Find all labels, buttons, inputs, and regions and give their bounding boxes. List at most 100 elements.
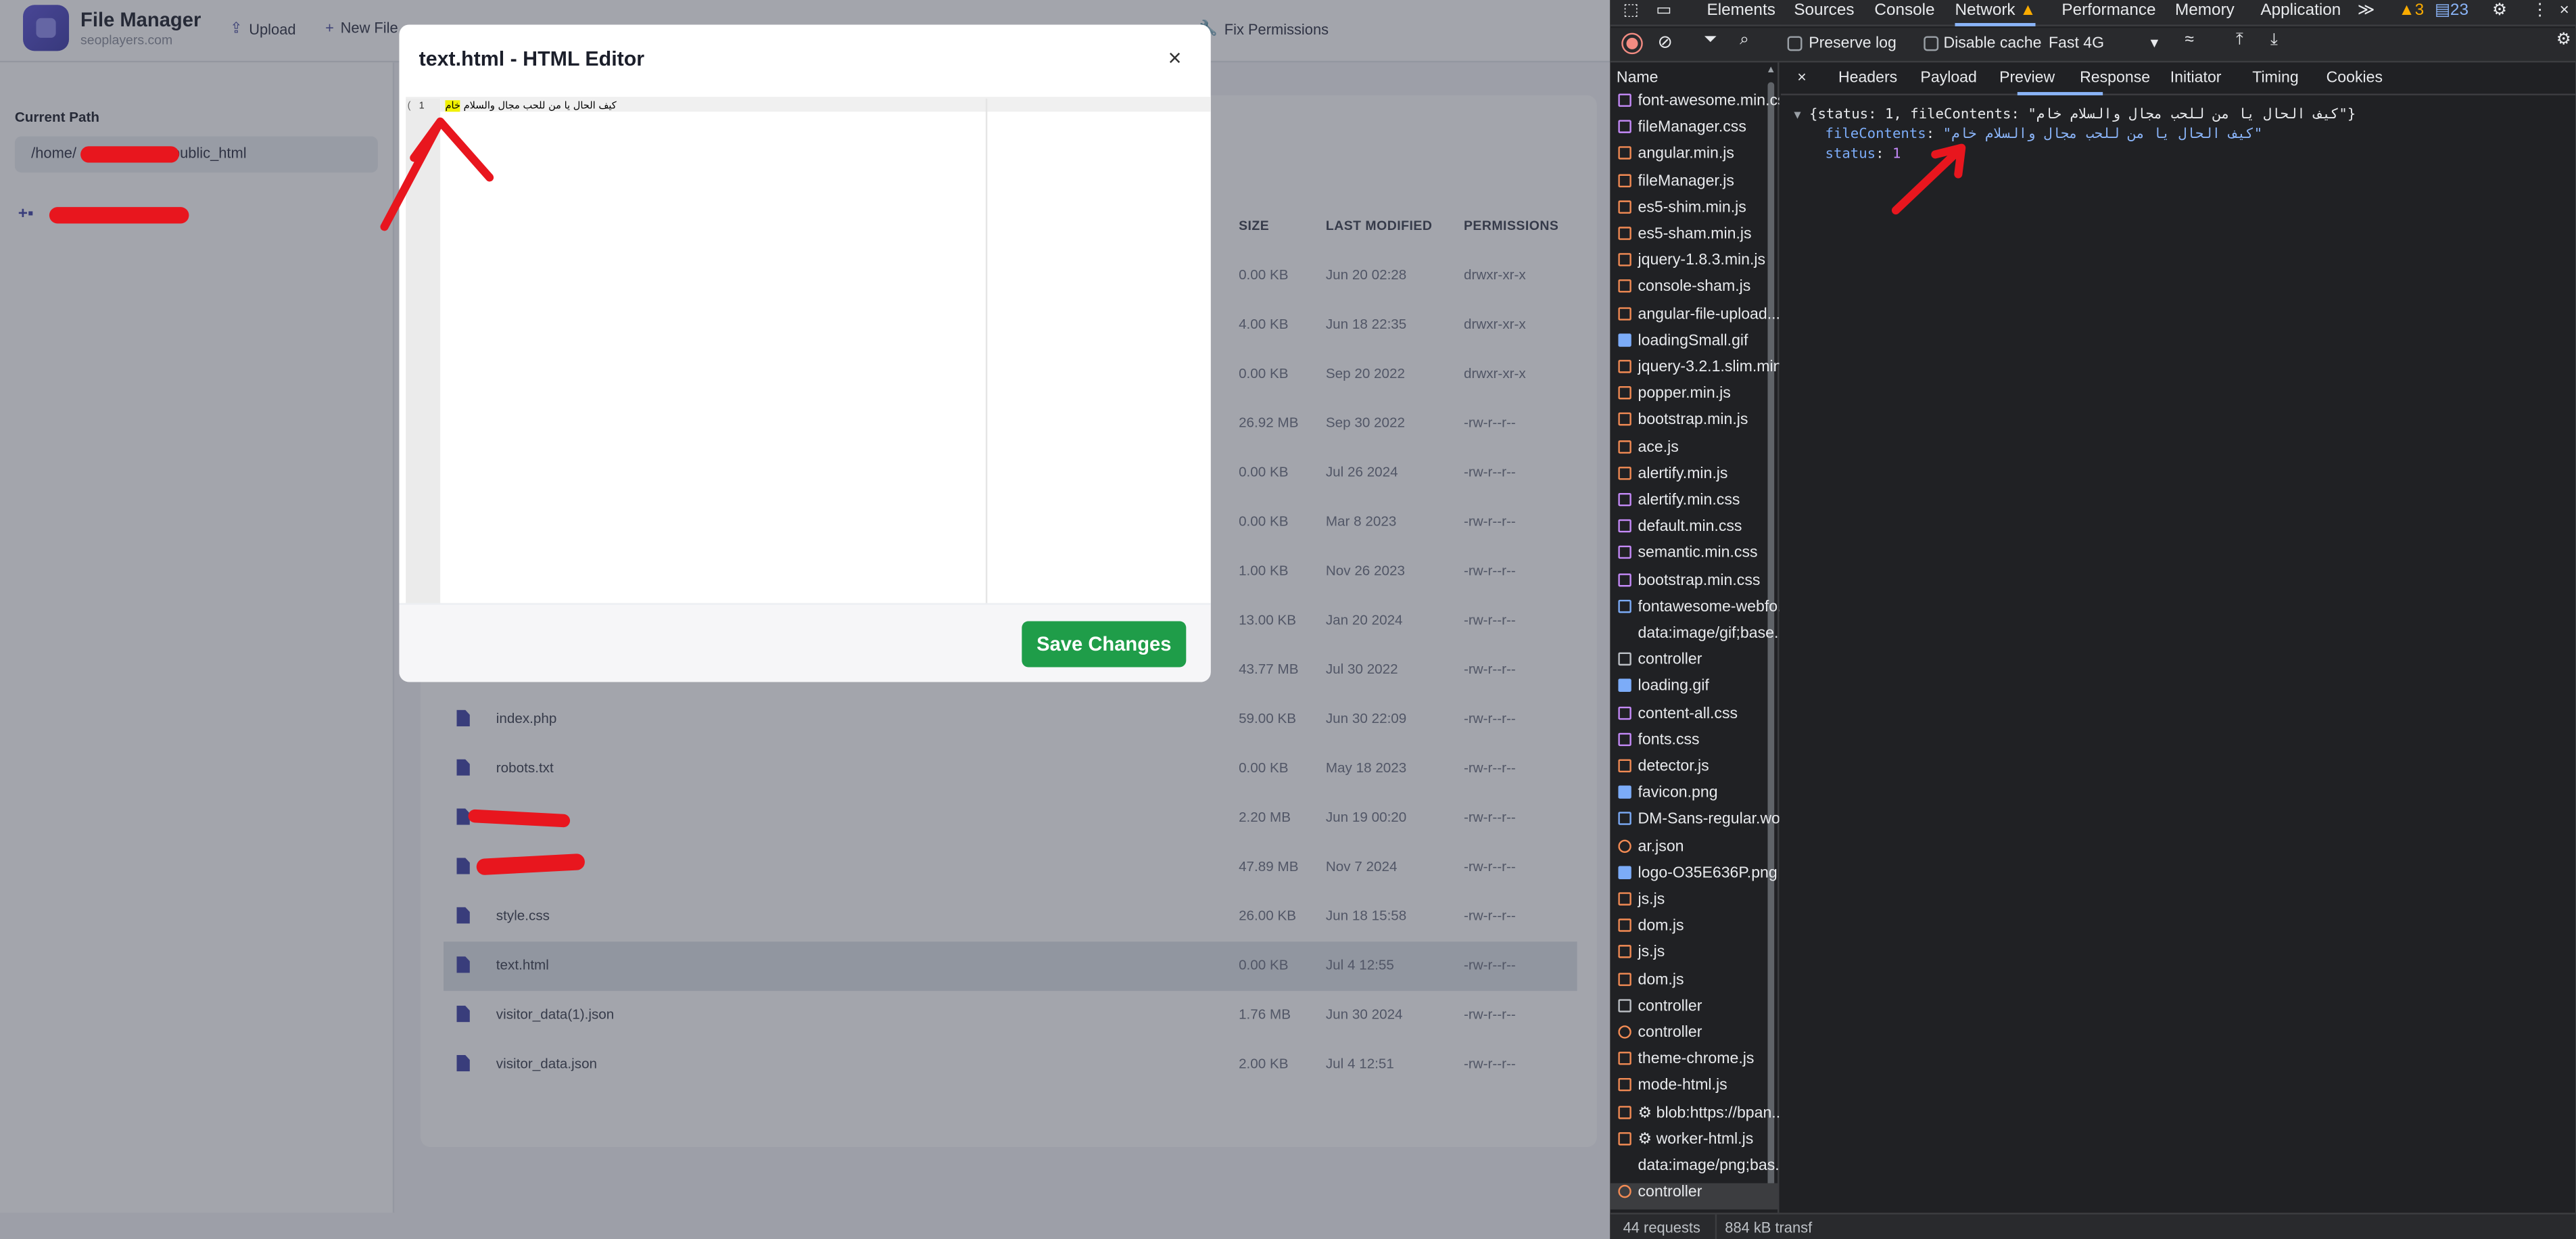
tab-application[interactable]: Application — [2260, 1, 2341, 20]
device-toggle-icon[interactable]: ▭ — [1656, 1, 1671, 20]
clear-icon[interactable]: ⊘ — [1658, 31, 1673, 53]
request-item[interactable]: favicon.png — [1618, 784, 1779, 810]
img-file-icon — [1618, 679, 1631, 693]
request-item[interactable]: js.js — [1618, 944, 1779, 971]
request-item[interactable]: js.js — [1618, 891, 1779, 917]
request-item[interactable]: controller — [1618, 997, 1779, 1023]
tab-preview[interactable]: Preview — [1999, 69, 2055, 87]
response-preview: ▼ {status: 1, fileContents: "كيف الحال ي… — [1781, 95, 2576, 1213]
inspect-icon[interactable]: ⬚ — [1623, 1, 1639, 20]
request-item[interactable]: dom.js — [1618, 971, 1779, 997]
request-item[interactable]: data:image/png;bas... — [1618, 1156, 1780, 1184]
css-file-icon — [1618, 492, 1631, 507]
redaction-mark — [80, 146, 179, 163]
request-name: data:image/png;bas... — [1638, 1156, 1780, 1175]
request-item[interactable]: angular-file-upload.... — [1618, 305, 1779, 331]
js-file-icon — [1618, 280, 1631, 294]
request-item[interactable]: bootstrap.min.js — [1618, 411, 1779, 438]
disable-cache-label: Disable cache — [1943, 34, 2042, 53]
network-settings-icon[interactable]: ⚙ — [2556, 31, 2571, 49]
sort-arrow-icon: ▲ — [1766, 66, 1776, 76]
request-item[interactable]: fileManager.js — [1618, 172, 1779, 198]
request-item[interactable]: angular.min.js — [1618, 145, 1779, 172]
request-item[interactable]: content-all.css — [1618, 704, 1779, 730]
record-icon[interactable] — [1623, 34, 1642, 53]
code-editor[interactable]: ( 1 كيف الحال يا من للحب مجال والسلام خا… — [406, 97, 1211, 605]
request-item[interactable]: font-awesome.min.css — [1618, 92, 1779, 118]
request-name: console-sham.js — [1638, 278, 1751, 297]
close-devtools-icon[interactable]: × — [2560, 1, 2569, 20]
request-item[interactable]: loading.gif — [1618, 678, 1779, 704]
more-tabs-icon[interactable]: ≫ — [2358, 1, 2375, 20]
save-changes-button[interactable]: Save Changes — [1022, 621, 1187, 668]
request-item[interactable]: alertify.min.js — [1618, 465, 1779, 491]
network-conditions-icon[interactable]: ≈ — [2185, 31, 2194, 49]
tab-headers[interactable]: Headers — [1838, 69, 1897, 87]
tab-network[interactable]: Network ▲ — [1955, 1, 2036, 26]
request-name: content-all.css — [1638, 704, 1738, 723]
request-name: controller — [1638, 1023, 1702, 1042]
tab-console[interactable]: Console — [1874, 1, 1934, 20]
request-name: fileManager.js — [1638, 172, 1734, 190]
request-item[interactable]: semantic.min.css — [1618, 544, 1779, 571]
close-icon[interactable]: × — [1168, 45, 1182, 71]
tab-payload[interactable]: Payload — [1920, 69, 1976, 87]
request-item[interactable]: logo-O35E636P.png — [1618, 864, 1779, 891]
export-har-icon[interactable]: ⤓ — [2270, 31, 2278, 49]
request-item[interactable]: controller — [1618, 651, 1779, 678]
request-item[interactable]: ace.js — [1618, 438, 1779, 465]
tab-sources[interactable]: Sources — [1794, 1, 1854, 20]
preserve-log-checkbox[interactable] — [1787, 36, 1803, 51]
request-item[interactable]: fontawesome-webfo... — [1618, 598, 1779, 624]
request-item[interactable]: jquery-1.8.3.min.js — [1618, 252, 1779, 278]
kebab-menu-icon[interactable]: ⋮ — [2531, 1, 2548, 20]
request-item[interactable]: popper.min.js — [1618, 385, 1779, 411]
request-item[interactable]: ar.json — [1618, 837, 1779, 864]
tab-memory[interactable]: Memory — [2175, 1, 2235, 20]
request-item[interactable]: data:image/gif;base... — [1618, 624, 1780, 651]
request-item[interactable]: dom.js — [1618, 917, 1779, 943]
import-har-icon[interactable]: ⤒ — [2236, 31, 2243, 49]
disable-cache-checkbox[interactable] — [1924, 36, 1939, 51]
close-detail-icon[interactable]: × — [1797, 69, 1807, 87]
request-item[interactable]: es5-sham.min.js — [1618, 225, 1779, 252]
devtools-panel: ⬚ ▭ Elements Sources Console Network ▲ P… — [1610, 0, 2576, 1239]
request-item[interactable]: mode-html.js — [1618, 1077, 1779, 1103]
search-icon[interactable]: ⌕ — [1740, 31, 1749, 49]
css-file-icon — [1618, 546, 1631, 560]
request-item[interactable]: controller — [1610, 1183, 1780, 1210]
request-item[interactable]: default.min.css — [1618, 518, 1779, 544]
request-item[interactable]: jquery-3.2.1.slim.min... — [1618, 358, 1779, 385]
request-item[interactable]: fonts.css — [1618, 731, 1779, 757]
request-item[interactable]: theme-chrome.js — [1618, 1050, 1779, 1077]
request-item[interactable]: console-sham.js — [1618, 279, 1779, 305]
request-item[interactable]: alertify.min.css — [1618, 492, 1779, 518]
warnings-count[interactable]: ▲3 — [2399, 1, 2425, 20]
request-item[interactable]: ⚙ worker-html.js — [1618, 1130, 1779, 1156]
tab-timing[interactable]: Timing — [2252, 69, 2298, 87]
throttle-select[interactable]: Fast 4G ▾ — [2049, 34, 2167, 53]
request-item[interactable]: es5-shim.min.js — [1618, 199, 1779, 225]
request-name: loadingSmall.gif — [1638, 331, 1748, 350]
tab-initiator[interactable]: Initiator — [2170, 69, 2222, 87]
js-file-icon — [1618, 360, 1631, 373]
tab-elements[interactable]: Elements — [1707, 1, 1775, 20]
tab-cookies[interactable]: Cookies — [2327, 69, 2383, 87]
request-item[interactable]: controller — [1618, 1024, 1779, 1050]
messages-count[interactable]: ▤23 — [2435, 1, 2468, 20]
tab-performance[interactable]: Performance — [2061, 1, 2155, 20]
request-item[interactable]: DM-Sans-regular.wo... — [1618, 811, 1779, 837]
request-item[interactable]: ⚙ blob:https://bpan... — [1618, 1104, 1779, 1130]
preview-root[interactable]: ▼ {status: 1, fileContents: "كيف الحال ي… — [1794, 107, 2356, 123]
request-item[interactable]: fileManager.css — [1618, 118, 1779, 145]
filter-icon[interactable]: ⏷ — [1704, 31, 1717, 49]
request-item[interactable]: bootstrap.min.css — [1618, 571, 1779, 598]
request-name: font-awesome.min.css — [1638, 92, 1780, 110]
name-column-header[interactable]: Name — [1617, 69, 1659, 87]
js-file-icon — [1618, 972, 1631, 985]
request-item[interactable]: loadingSmall.gif — [1618, 331, 1779, 358]
request-item[interactable]: detector.js — [1618, 757, 1779, 784]
tab-response[interactable]: Response — [2080, 69, 2150, 87]
gear-icon[interactable]: ⚙ — [2492, 1, 2507, 20]
request-name: controller — [1638, 651, 1702, 670]
